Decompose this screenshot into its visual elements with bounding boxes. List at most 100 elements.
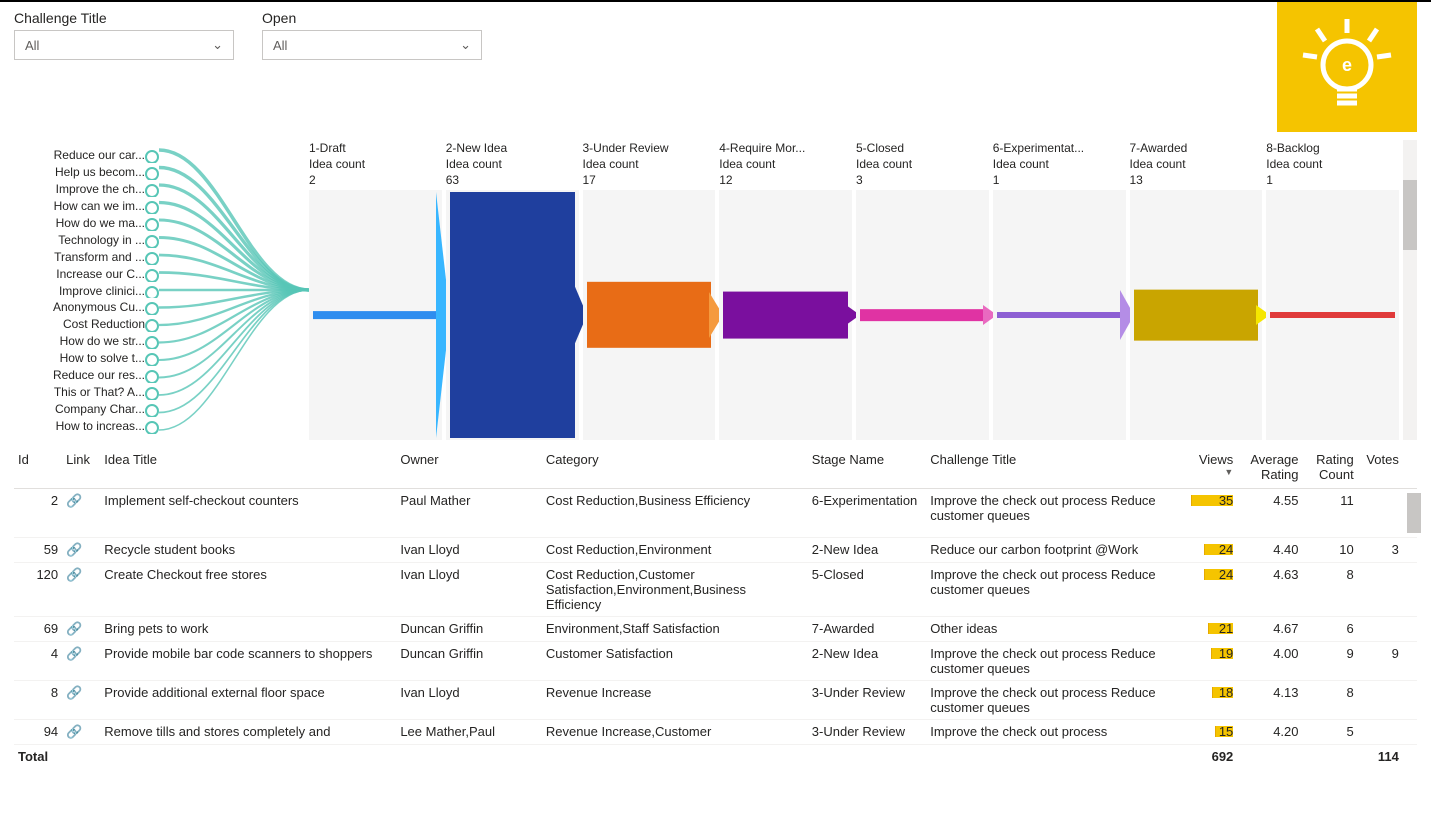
challenge-item[interactable]: Cost Reduction (14, 315, 159, 332)
challenge-item[interactable]: How to solve t... (14, 349, 159, 366)
challenge-item[interactable]: Reduce our res... (14, 366, 159, 383)
table-row[interactable]: 4 🔗 Provide mobile bar code scanners to … (14, 642, 1417, 681)
cell-avg: 4.55 (1237, 489, 1302, 538)
total-row: Total 692 114 (14, 745, 1417, 769)
challenge-item[interactable]: Transform and ... (14, 248, 159, 265)
cell-rcount: 8 (1303, 681, 1358, 720)
cell-challenge: Reduce our carbon footprint @Work (926, 538, 1187, 563)
table-row[interactable]: 59 🔗 Recycle student books Ivan Lloyd Co… (14, 538, 1417, 563)
select-value: All (25, 38, 39, 53)
table-row[interactable]: 2 🔗 Implement self-checkout counters Pau… (14, 489, 1417, 538)
col-idea-title[interactable]: Idea Title (100, 446, 396, 489)
challenge-item[interactable]: Company Char... (14, 400, 159, 417)
stage-sub: Idea count (1130, 156, 1263, 172)
col-challenge[interactable]: Challenge Title (926, 446, 1187, 489)
stage-count: 3 (856, 172, 989, 188)
challenge-item[interactable]: How can we im... (14, 197, 159, 214)
cell-scroll (1403, 489, 1417, 538)
stage-title: 6-Experimentat... (993, 140, 1126, 156)
stage[interactable]: 4-Require Mor... Idea count 12 (719, 140, 852, 440)
cell-scroll (1403, 538, 1417, 563)
cell-link[interactable]: 🔗 (62, 489, 100, 538)
cell-owner: Lee Mather,Paul (396, 720, 542, 745)
cell-id: 94 (14, 720, 62, 745)
stage-body (446, 190, 579, 440)
col-category[interactable]: Category (542, 446, 808, 489)
link-icon: 🔗 (66, 646, 82, 661)
scroll-thumb[interactable] (1403, 180, 1417, 250)
stage-sub: Idea count (309, 156, 442, 172)
challenge-item[interactable]: Increase our C... (14, 265, 159, 282)
cell-views: 19 (1187, 642, 1237, 681)
cell-idea-title: Bring pets to work (100, 617, 396, 642)
scrollbar[interactable] (1403, 140, 1417, 440)
stage-sub: Idea count (856, 156, 989, 172)
challenge-item[interactable]: How do we str... (14, 332, 159, 349)
ideas-table[interactable]: Id Link Idea Title Owner Category Stage … (0, 446, 1431, 768)
challenge-item[interactable]: Anonymous Cu... (14, 298, 159, 315)
col-stage[interactable]: Stage Name (808, 446, 926, 489)
stage-header: 6-Experimentat... Idea count 1 (993, 140, 1126, 188)
col-owner[interactable]: Owner (396, 446, 542, 489)
stage[interactable]: 3-Under Review Idea count 17 (583, 140, 716, 440)
table-row[interactable]: 120 🔗 Create Checkout free stores Ivan L… (14, 563, 1417, 617)
total-views: 692 (1187, 745, 1237, 769)
challenge-item[interactable]: Help us becom... (14, 163, 159, 180)
cell-link[interactable]: 🔗 (62, 681, 100, 720)
cell-link[interactable]: 🔗 (62, 563, 100, 617)
stage[interactable]: 6-Experimentat... Idea count 1 (993, 140, 1126, 440)
link-icon: 🔗 (66, 567, 82, 582)
cell-link[interactable]: 🔗 (62, 617, 100, 642)
cell-id: 8 (14, 681, 62, 720)
stage[interactable]: 8-Backlog Idea count 1 (1266, 140, 1399, 440)
link-icon: 🔗 (66, 724, 82, 739)
cell-idea-title: Provide mobile bar code scanners to shop… (100, 642, 396, 681)
col-id[interactable]: Id (14, 446, 62, 489)
cell-link[interactable]: 🔗 (62, 538, 100, 563)
filter-label: Open (262, 10, 482, 26)
challenge-list: Reduce our car...Help us becom...Improve… (14, 140, 159, 440)
challenge-item[interactable]: Improve the ch... (14, 180, 159, 197)
challenge-item[interactable]: Improve clinici... (14, 282, 159, 299)
table-row[interactable]: 94 🔗 Remove tills and stores completely … (14, 720, 1417, 745)
challenge-item[interactable]: Technology in ... (14, 231, 159, 248)
stage-title: 3-Under Review (583, 140, 716, 156)
open-select[interactable]: All ⌄ (262, 30, 482, 60)
challenge-item[interactable]: Reduce our car... (14, 146, 159, 163)
cell-challenge: Improve the check out process (926, 720, 1187, 745)
col-link[interactable]: Link (62, 446, 100, 489)
total-label: Total (14, 745, 100, 769)
stage-body (993, 190, 1126, 440)
cell-stage: 5-Closed (808, 563, 926, 617)
stage-header: 5-Closed Idea count 3 (856, 140, 989, 188)
table-row[interactable]: 8 🔗 Provide additional external floor sp… (14, 681, 1417, 720)
stage[interactable]: 7-Awarded Idea count 13 (1130, 140, 1263, 440)
cell-owner: Duncan Griffin (396, 617, 542, 642)
stage-title: 5-Closed (856, 140, 989, 156)
col-avg-rating[interactable]: Average Rating (1237, 446, 1302, 489)
stage[interactable]: 1-Draft Idea count 2 (309, 140, 442, 440)
stage-sub: Idea count (1266, 156, 1399, 172)
stage-header: 1-Draft Idea count 2 (309, 140, 442, 188)
col-votes[interactable]: Votes (1358, 446, 1403, 489)
cell-link[interactable]: 🔗 (62, 720, 100, 745)
col-rating-count[interactable]: Rating Count (1303, 446, 1358, 489)
challenge-item[interactable]: How do we ma... (14, 214, 159, 231)
challenge-title-select[interactable]: All ⌄ (14, 30, 234, 60)
cell-category: Customer Satisfaction (542, 642, 808, 681)
table-row[interactable]: 69 🔗 Bring pets to work Duncan Griffin E… (14, 617, 1417, 642)
col-views[interactable]: Views▼ (1187, 446, 1237, 489)
challenge-item[interactable]: How to increas... (14, 417, 159, 434)
scroll-thumb[interactable] (1407, 493, 1421, 533)
cell-link[interactable]: 🔗 (62, 642, 100, 681)
stage-title: 4-Require Mor... (719, 140, 852, 156)
stage[interactable]: 5-Closed Idea count 3 (856, 140, 989, 440)
stage[interactable]: 2-New Idea Idea count 63 (446, 140, 579, 440)
cell-owner: Ivan Lloyd (396, 563, 542, 617)
funnel-visual[interactable]: Reduce our car...Help us becom...Improve… (0, 140, 1431, 440)
select-value: All (273, 38, 287, 53)
cell-votes (1358, 720, 1403, 745)
filter-label: Challenge Title (14, 10, 234, 26)
cell-scroll (1403, 617, 1417, 642)
challenge-item[interactable]: This or That? A... (14, 383, 159, 400)
